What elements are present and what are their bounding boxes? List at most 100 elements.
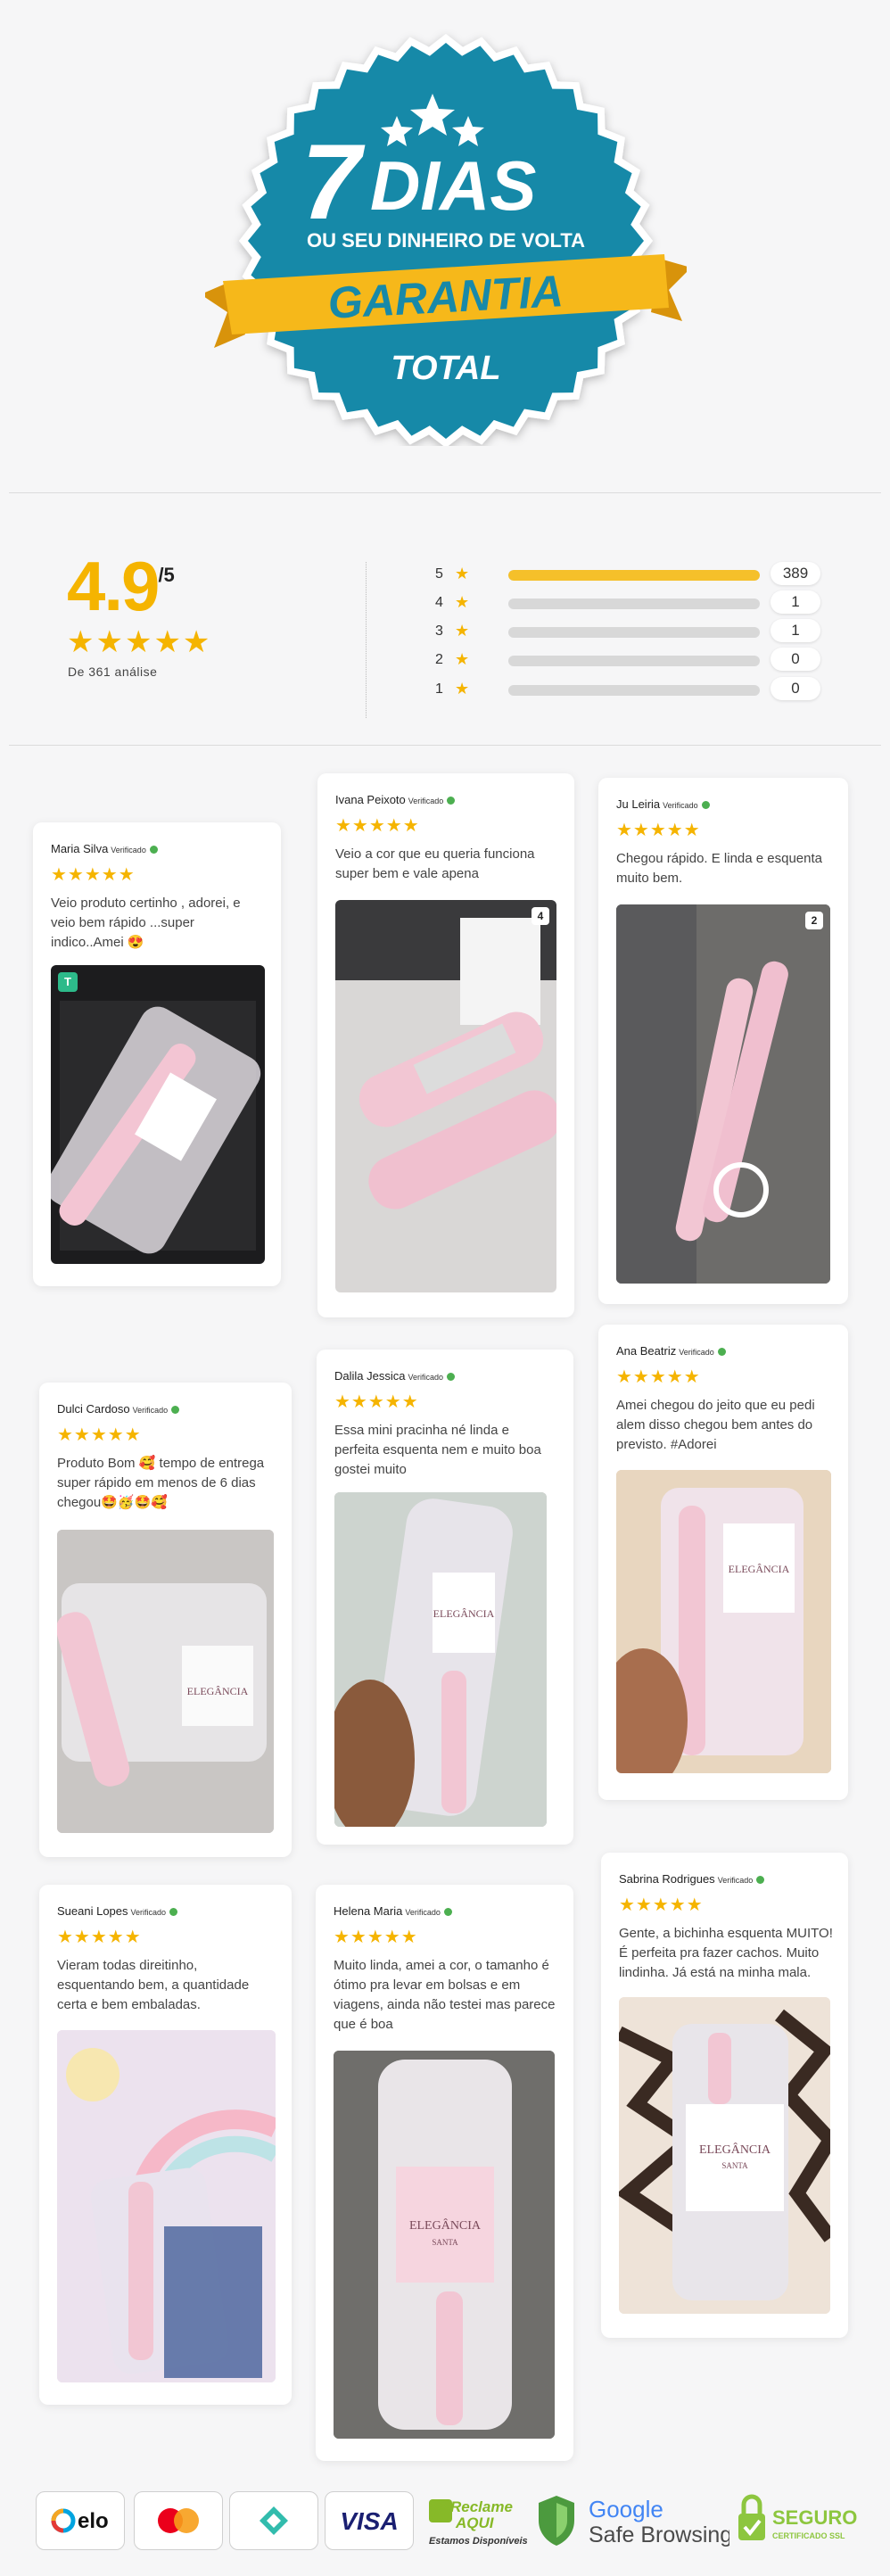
review-text: Veio a cor que eu queria funciona super … [335, 846, 535, 881]
verified-icon [701, 801, 710, 810]
star-icon: ★ [455, 565, 470, 582]
svg-text:ELEGÂNCIA: ELEGÂNCIA [729, 1563, 790, 1575]
star-icon: ★ [455, 650, 470, 668]
review-stars: ★★★★★ [335, 816, 420, 836]
verified-icon [149, 846, 158, 855]
google-safe-browsing-logo: Google Safe Browsing [587, 2489, 732, 2551]
review-stars: ★★★★★ [57, 1928, 142, 1947]
review-card[interactable]: Helena Maria Verificado ★★★★★ Muito linda… [316, 1885, 573, 2461]
review-photo[interactable]: ELEGÂNCIA [57, 1530, 274, 1833]
review-stars: ★★★★★ [334, 1392, 419, 1412]
review-stars: ★★★★★ [57, 1425, 142, 1445]
review-stars: ★★★★★ [334, 1928, 418, 1947]
verified-icon [443, 1908, 452, 1917]
rating-row-5[interactable]: 5 ★ 389 [435, 562, 836, 585]
ssl-certificate-logo: SEGURO CERTIFICADO SSL [729, 2489, 863, 2551]
photo-badge: T [58, 972, 78, 992]
review-text: Muito linda, amei a cor, o tamanho é óti… [334, 1958, 556, 2032]
rating-row-4[interactable]: 4 ★ 1 [435, 590, 836, 614]
review-photo[interactable]: 4 [335, 900, 556, 1292]
review-photo[interactable]: 2 [616, 904, 830, 1284]
rating-bar [508, 599, 760, 609]
svg-text:DIAS: DIAS [370, 146, 536, 225]
average-stars: ★★★★★ [67, 625, 212, 659]
photo-count: 4 [532, 907, 549, 925]
review-text: Chegou rápido. E linda e esquenta muito … [616, 851, 823, 886]
svg-text:7: 7 [301, 122, 366, 242]
average-score: 4.9/5 [67, 547, 175, 625]
review-text: Essa mini pracinha né linda e perfeita e… [334, 1423, 541, 1477]
review-stars: ★★★★★ [619, 1895, 704, 1915]
rating-row-1[interactable]: 1 ★ 0 [435, 677, 836, 700]
verified-icon [447, 1373, 456, 1382]
verified-icon [756, 1876, 765, 1885]
verified-icon [169, 1908, 178, 1917]
svg-text:Safe Browsing: Safe Browsing [589, 2522, 729, 2547]
review-card[interactable]: Ivana Peixoto Verificado ★★★★★ Veio a cor… [317, 773, 574, 1317]
svg-text:OU SEU DINHEIRO DE VOLTA: OU SEU DINHEIRO DE VOLTA [307, 229, 585, 252]
rating-count: 1 [771, 590, 820, 614]
review-card[interactable]: Dalila Jessica Verificado ★★★★★ Essa mini… [317, 1350, 573, 1845]
pix-payment-logo [229, 2491, 318, 2550]
review-text: Gente, a bichinha esquenta MUITO! É perf… [619, 1926, 833, 1980]
verified-icon [171, 1406, 180, 1415]
photo-count: 2 [805, 912, 823, 929]
visa-payment-logo: VISA [325, 2491, 414, 2550]
review-photo[interactable]: ELEGÂNCIA [616, 1470, 831, 1773]
star-icon: ★ [455, 622, 470, 640]
svg-text:VISA: VISA [340, 2507, 398, 2535]
review-photo[interactable]: ELEGÂNCIA SANTA [619, 1997, 830, 2314]
review-card[interactable]: Ju Leiria Verificado ★★★★★ Chegou rápido.… [598, 778, 848, 1304]
review-text: Produto Bom 🥰 tempo de entrega super ráp… [57, 1456, 265, 1510]
review-photo[interactable] [57, 2030, 276, 2382]
divider [9, 745, 881, 746]
review-card[interactable]: Sabrina Rodrigues Verificado ★★★★★ Gente,… [601, 1853, 848, 2338]
svg-text:SANTA: SANTA [432, 2238, 458, 2247]
review-text: Amei chegou do jeito que eu pedi alem di… [616, 1398, 815, 1452]
rating-count: 0 [771, 648, 820, 671]
review-count: De 361 análise [68, 665, 158, 679]
review-card[interactable]: Dulci Cardoso Verificado ★★★★★ Produto Bo… [39, 1383, 292, 1857]
rating-count: 389 [771, 562, 820, 585]
svg-text:ELEGÂNCIA: ELEGÂNCIA [409, 2217, 482, 2233]
svg-text:Google: Google [589, 2496, 663, 2522]
review-stars: ★★★★★ [51, 865, 136, 885]
svg-text:elo: elo [78, 2509, 109, 2533]
review-card[interactable]: Sueani Lopes Verificado ★★★★★ Vieram toda… [39, 1885, 292, 2405]
reviewer-name: Maria Silva Verificado [51, 842, 158, 855]
review-card[interactable]: Maria Silva Verificado ★★★★★ Veio produto… [33, 822, 281, 1286]
svg-text:ELEGÂNCIA: ELEGÂNCIA [699, 2142, 771, 2157]
rating-count: 0 [771, 677, 820, 700]
svg-text:AQUI: AQUI [455, 2514, 495, 2531]
mastercard-payment-logo [134, 2491, 223, 2550]
divider [9, 492, 881, 493]
svg-text:SANTA: SANTA [721, 2161, 748, 2170]
star-icon: ★ [455, 680, 470, 698]
verified-icon [447, 797, 456, 805]
review-stars: ★★★★★ [616, 821, 701, 840]
svg-text:CERTIFICADO SSL: CERTIFICADO SSL [772, 2531, 845, 2540]
review-text: Veio produto certinho , adorei, e veio b… [51, 896, 241, 950]
svg-text:SEGURO: SEGURO [772, 2506, 857, 2529]
svg-text:Reclame: Reclame [450, 2498, 513, 2515]
review-photo[interactable]: ELEGÂNCIA SANTA [334, 2051, 555, 2439]
rating-bar [508, 627, 760, 638]
elo-payment-logo: elo [36, 2491, 125, 2550]
review-text: Vieram todas direitinho, esquentando bem… [57, 1958, 250, 2012]
rating-row-2[interactable]: 2 ★ 0 [435, 648, 836, 671]
reclame-aqui-logo: Reclame AQUI Estamos Disponíveis [424, 2489, 531, 2551]
rating-row-3[interactable]: 3 ★ 1 [435, 619, 836, 642]
guarantee-badge: 7 DIAS OU SEU DINHEIRO DE VOLTA GARANTIA… [205, 34, 687, 446]
rating-bar [508, 570, 760, 581]
verified-icon [717, 1348, 726, 1357]
rating-bar [508, 685, 760, 696]
summary-separator [366, 562, 367, 718]
svg-text:TOTAL: TOTAL [391, 350, 500, 387]
svg-text:ELEGÂNCIA: ELEGÂNCIA [187, 1685, 249, 1697]
rating-bar [508, 656, 760, 666]
review-photo[interactable]: ELEGÂNCIA [334, 1492, 547, 1827]
review-photo[interactable]: T [51, 965, 265, 1264]
svg-text:Estamos Disponíveis: Estamos Disponíveis [429, 2536, 528, 2547]
review-card[interactable]: Ana Beatriz Verificado ★★★★★ Amei chegou … [598, 1325, 848, 1800]
rating-count: 1 [771, 619, 820, 642]
